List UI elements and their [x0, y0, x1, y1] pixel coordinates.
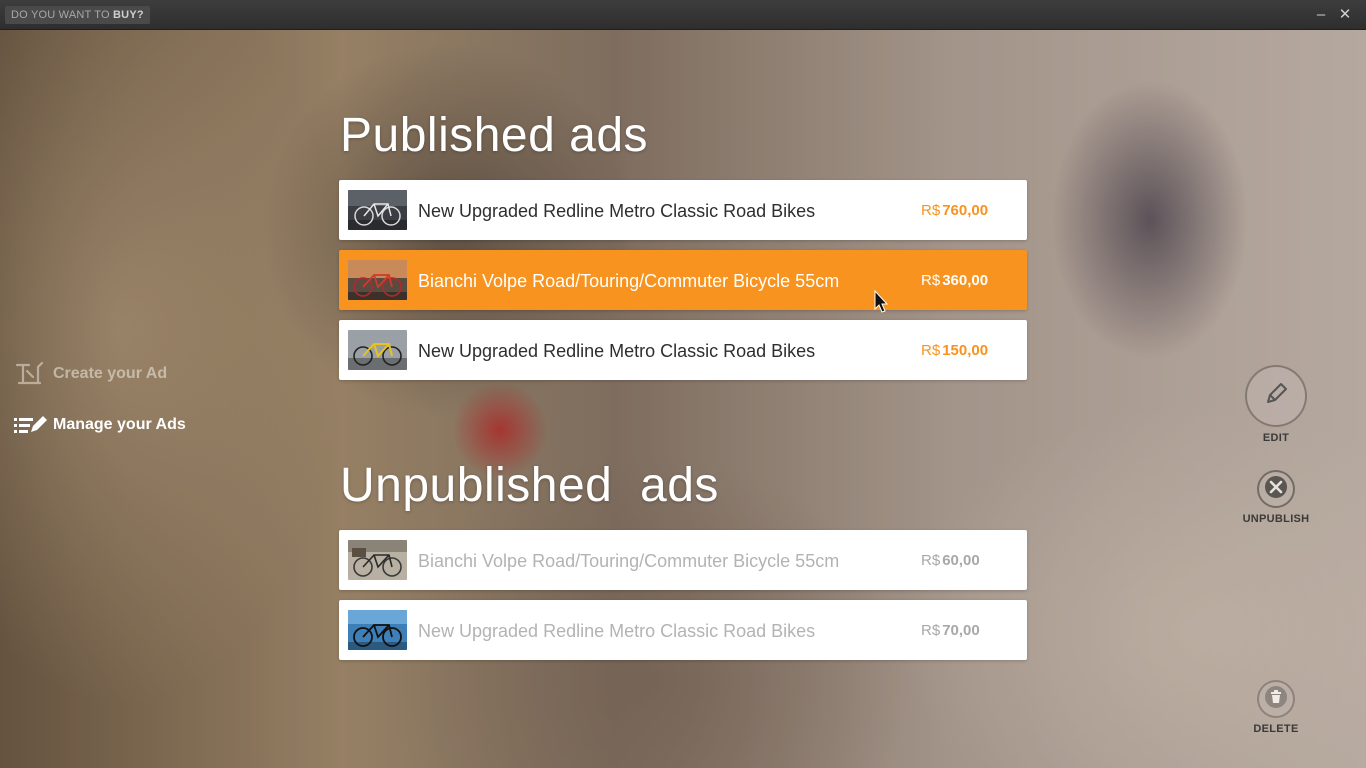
ad-price: R$ 150,00: [921, 320, 988, 380]
ad-price: R$ 360,00: [921, 250, 988, 310]
price-value: 60,00: [942, 552, 980, 569]
delete-action[interactable]: DELETE: [1250, 680, 1302, 735]
ad-title: Bianchi Volpe Road/Touring/Commuter Bicy…: [418, 271, 840, 291]
published-ad-row[interactable]: New Upgraded Redline Metro Classic Road …: [339, 180, 1027, 240]
ad-price: R$ 760,00: [921, 180, 988, 240]
ad-thumbnail: [348, 540, 407, 580]
ad-thumbnail: [348, 330, 407, 370]
price-currency: R$: [921, 342, 941, 359]
edit-action[interactable]: EDIT: [1245, 365, 1307, 444]
unpublish-action[interactable]: UNPUBLISH: [1240, 470, 1312, 525]
ad-thumbnail: [348, 610, 407, 650]
unpublished-heading: Unpublished ads: [340, 458, 719, 513]
published-heading: Published ads: [340, 109, 649, 162]
price-currency: R$: [921, 552, 941, 569]
ad-title: New Upgraded Redline Metro Classic Road …: [418, 341, 816, 361]
price-value: 70,00: [942, 622, 980, 639]
sidebar-item-create-ad[interactable]: Create your Ad: [14, 359, 167, 389]
title-bar: DO YOU WANT TO BUY? – ✕: [0, 0, 1366, 30]
ad-thumbnail: [348, 260, 407, 300]
ad-title: Bianchi Volpe Road/Touring/Commuter Bicy…: [418, 551, 840, 571]
sidebar-item-label: Manage your Ads: [53, 416, 186, 433]
ad-price: R$ 60,00: [921, 530, 980, 590]
price-value: 760,00: [942, 202, 989, 219]
unpublished-ad-row[interactable]: Bianchi Volpe Road/Touring/Commuter Bicy…: [339, 530, 1027, 590]
unpublish-button[interactable]: [1257, 470, 1295, 508]
ad-title: New Upgraded Redline Metro Classic Road …: [418, 201, 816, 221]
mouse-pointer-icon: [874, 289, 889, 314]
close-circle-icon: [1262, 473, 1290, 506]
minimize-button[interactable]: –: [1311, 5, 1331, 25]
delete-button[interactable]: [1257, 680, 1295, 718]
close-button[interactable]: ✕: [1335, 5, 1355, 25]
price-value: 150,00: [942, 342, 989, 359]
app-title: DO YOU WANT TO BUY?: [5, 6, 150, 24]
unpublish-label: UNPUBLISH: [1242, 513, 1310, 525]
manage-list-icon: [14, 410, 48, 440]
app-title-emphasis: BUY?: [113, 9, 144, 21]
price-currency: R$: [921, 202, 941, 219]
unpublished-ad-row[interactable]: New Upgraded Redline Metro Classic Road …: [339, 600, 1027, 660]
published-ad-row-selected[interactable]: Bianchi Volpe Road/Touring/Commuter Bicy…: [339, 250, 1027, 310]
price-currency: R$: [921, 272, 941, 289]
published-ad-row[interactable]: New Upgraded Redline Metro Classic Road …: [339, 320, 1027, 380]
ad-title: New Upgraded Redline Metro Classic Road …: [418, 621, 816, 641]
ad-thumbnail: [348, 190, 407, 230]
ad-price: R$ 70,00: [921, 600, 980, 660]
pencil-icon: [1263, 381, 1289, 412]
edit-label: EDIT: [1262, 432, 1290, 444]
price-currency: R$: [921, 622, 941, 639]
price-value: 360,00: [942, 272, 989, 289]
unpublished-heading-text: Unpublished ads: [340, 459, 719, 512]
app-title-prefix: DO YOU WANT TO: [11, 9, 110, 21]
create-ad-icon: [14, 359, 48, 389]
sidebar-item-label: Create your Ad: [53, 365, 168, 382]
edit-button[interactable]: [1245, 365, 1307, 427]
sidebar-item-manage-ads[interactable]: Manage your Ads: [14, 410, 186, 440]
trash-icon: [1264, 685, 1288, 714]
delete-label: DELETE: [1253, 723, 1299, 735]
